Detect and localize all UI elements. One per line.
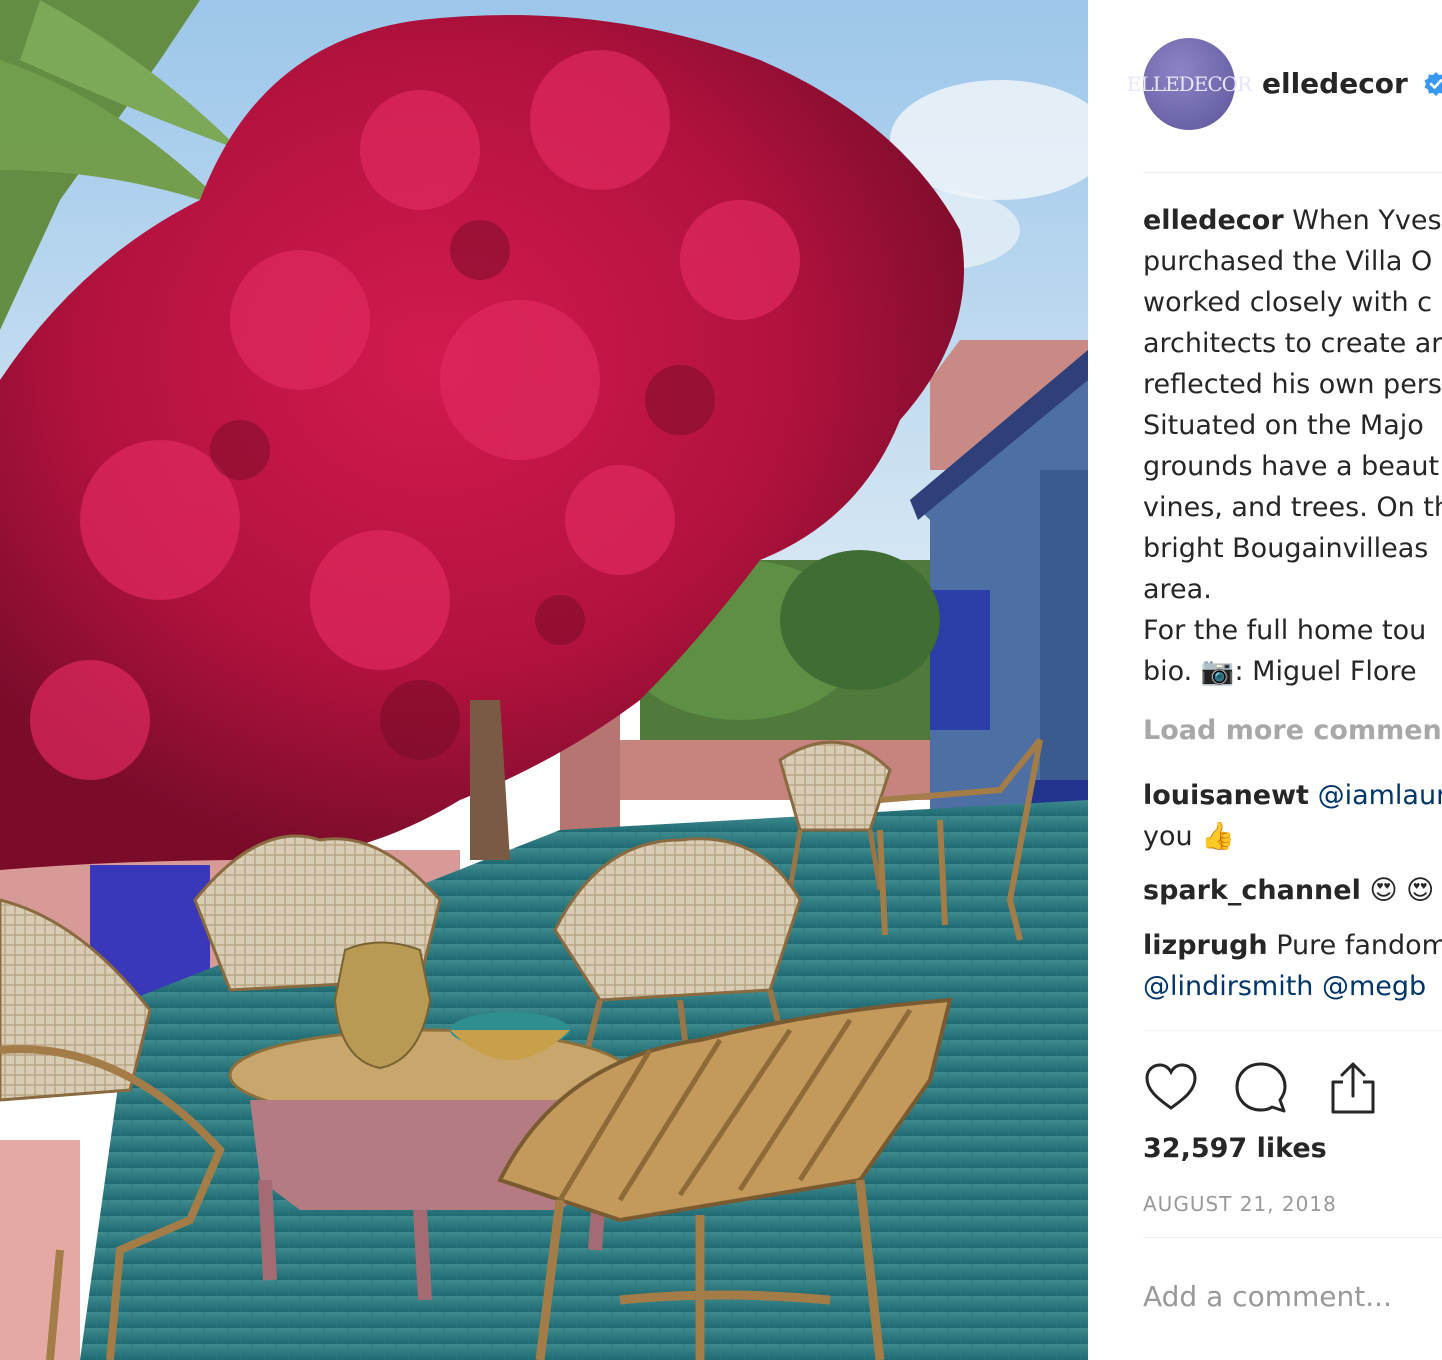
comment-text: 😍 😍 [1369,875,1435,906]
caption-line: reflected his own pers [1143,369,1442,400]
comment-item: louisanewt @iamlaur you 👍 [1143,775,1442,857]
avatar-logo-text: ELLEDECOR [1126,72,1252,96]
add-comment-input[interactable] [1143,1280,1442,1313]
caption-line: bio. 📷: Miguel Flore [1143,656,1417,687]
caption-line: bright Bougainvilleas [1143,533,1429,564]
author-username[interactable]: elledecor [1262,67,1408,100]
comment-text[interactable]: @iamlaur [1318,780,1442,811]
comments-divider [1143,1030,1442,1031]
header-divider [1143,172,1442,173]
footer-divider [1143,1237,1442,1238]
caption-line: worked closely with c [1143,287,1433,318]
verified-badge-icon [1424,72,1442,96]
comment-mentions[interactable]: @lindirsmith @megb [1143,966,1442,1007]
caption-line: When Yves [1292,205,1442,236]
heart-icon[interactable] [1143,1060,1199,1116]
caption-line: For the full home tou [1143,615,1427,646]
likes-count[interactable]: 32,597 likes [1143,1133,1327,1164]
post-caption: elledecor When Yves purchased the Villa … [1143,200,1442,692]
comment-text: Pure fandom [1276,930,1442,961]
caption-username[interactable]: elledecor [1143,205,1284,236]
post-header: ELLEDECOR elledecor [1127,38,1442,133]
post-date: AUGUST 21, 2018 [1143,1192,1337,1216]
caption-line: vines, and trees. On th [1143,492,1442,523]
comment-username[interactable]: lizprugh [1143,930,1268,961]
comment-item: spark_channel 😍 😍 [1143,870,1434,911]
patio-bougainvillea-image [0,0,1088,1360]
share-icon[interactable] [1325,1060,1381,1116]
comment-item: lizprugh Pure fandom @lindirsmith @megb [1143,925,1442,1007]
author-avatar[interactable]: ELLEDECOR [1127,38,1252,130]
caption-line: area. [1143,574,1212,605]
caption-line: purchased the Villa O [1143,246,1433,277]
comment-username[interactable]: spark_channel [1143,875,1361,906]
caption-line: grounds have a beaut [1143,451,1440,482]
action-bar [1143,1060,1403,1120]
caption-line: architects to create ar [1143,328,1442,359]
comment-text-continued: you 👍 [1143,821,1235,852]
caption-line: Situated on the Majo [1143,410,1424,441]
post-photo[interactable] [0,0,1088,1360]
load-more-comments-link[interactable]: Load more comment [1143,715,1442,746]
comment-username[interactable]: louisanewt [1143,780,1309,811]
comment-icon[interactable] [1233,1060,1289,1116]
post-details-panel: ELLEDECOR elledecor elledecor When Yves … [1088,0,1442,1360]
